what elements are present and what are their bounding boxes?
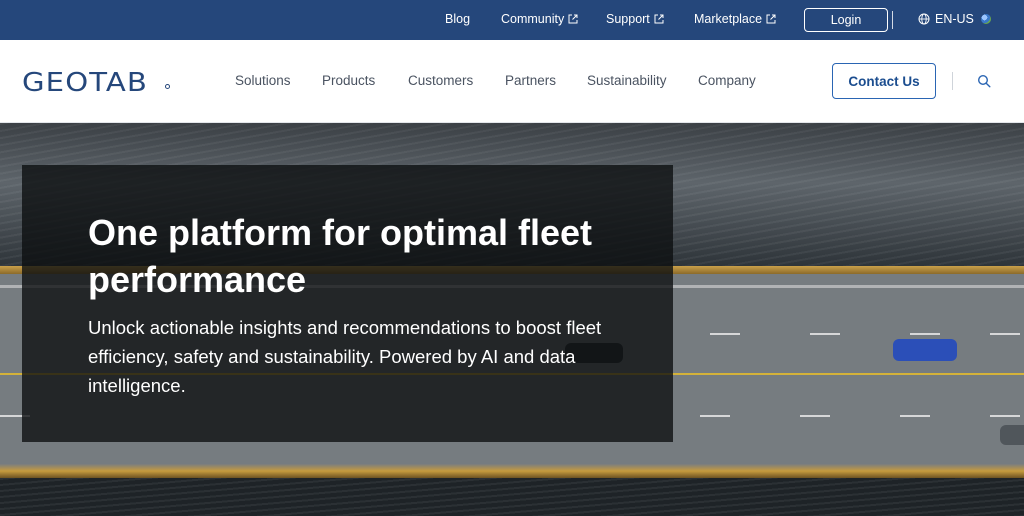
lane-marking [990,415,1020,417]
external-link-icon [654,14,664,24]
community-link[interactable]: Community [501,12,578,26]
nav-company[interactable]: Company [698,73,756,88]
globe-icon [918,13,930,25]
lane-marking [810,333,840,335]
nav-partners[interactable]: Partners [505,73,556,88]
nav-sustainability[interactable]: Sustainability [587,73,667,88]
lane-marking [900,415,930,417]
nav-customers[interactable]: Customers [408,73,473,88]
earth-flag-icon [980,14,991,24]
topbar-divider [892,11,893,29]
marketplace-link-label: Marketplace [694,12,763,26]
utility-bar: Blog Community Support Marketplace Login… [0,0,1024,40]
blue-car [893,339,957,361]
hero-title: One platform for optimal fleet performan… [88,212,593,300]
search-icon[interactable] [977,74,991,88]
language-selector[interactable]: EN-US [918,12,991,26]
external-link-icon [568,14,578,24]
support-link[interactable]: Support [606,12,664,26]
lane-marking [700,415,730,417]
registered-mark-icon [165,84,170,89]
geotab-logo[interactable]: GEOTAB [22,68,148,98]
hero-section: One platform for optimal fleet performan… [0,123,1024,516]
community-link-label: Community [501,12,565,26]
lane-marking [800,415,830,417]
blog-link-label: Blog [445,12,471,26]
language-label: EN-US [935,12,974,26]
nav-divider [952,72,953,90]
hero-text-panel [22,165,673,442]
contact-us-button[interactable]: Contact Us [832,63,936,99]
support-link-label: Support [606,12,650,26]
blog-link[interactable]: Blog [445,12,470,26]
bridge-rail-bottom [0,464,1024,478]
nav-solutions[interactable]: Solutions [235,73,291,88]
gray-car [1000,425,1024,445]
hero-background-water-bottom [0,478,1024,516]
main-nav: GEOTAB Solutions Products Customers Part… [0,40,1024,123]
login-button[interactable]: Login [804,8,888,32]
lane-marking [990,333,1020,335]
marketplace-link[interactable]: Marketplace [694,12,776,26]
lane-marking [910,333,940,335]
nav-products[interactable]: Products [322,73,375,88]
external-link-icon [766,14,776,24]
hero-subtitle: Unlock actionable insights and recommend… [88,317,602,396]
lane-marking [710,333,740,335]
